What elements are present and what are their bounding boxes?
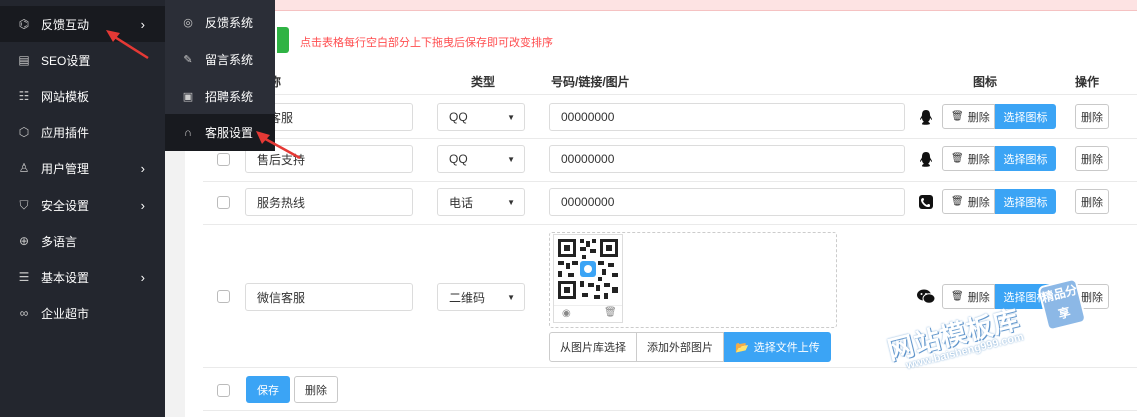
sidebar-item-label: 多语言 [41,234,78,249]
divider [203,138,1137,139]
row-checkbox[interactable] [217,196,230,209]
divider [203,410,1137,411]
trash-icon: 🗑 [951,111,964,122]
value-input[interactable]: 00000000 [549,188,905,216]
type-select-value: QQ [449,152,468,166]
header-value: 号码/链接/图片 [551,75,630,89]
type-select-value: 电话 [449,195,474,210]
folder-icon: 📂 [735,341,749,354]
settings-icon: ☰ [18,270,30,284]
watermark-stamp: 精品分享 [1037,277,1088,332]
value-input[interactable]: 00000000 [549,145,905,173]
sidebar-item-market[interactable]: ∞ 企业超市 [0,295,165,331]
divider [203,181,1137,182]
divider [203,94,1137,95]
trash-icon: 🗑 [951,153,964,164]
from-library-button[interactable]: 从图片库选择 [549,332,637,362]
qq-icon [918,109,934,125]
qr-image-card[interactable]: ◉ 🗑 [553,234,623,323]
add-external-image-button[interactable]: 添加外部图片 [637,332,724,362]
icon-delete-label: 删除 [967,153,990,166]
type-select[interactable]: QQ ▼ [437,145,525,173]
annotation-arrow-head [256,131,270,144]
phone-icon [918,194,934,210]
type-select-value: 二维码 [449,290,486,305]
save-button[interactable]: 保存 [246,376,290,403]
sidebar-item-basic-settings[interactable]: ☰ 基本设置 › [0,259,165,295]
name-input[interactable]: 服务热线 [245,188,413,216]
caret-down-icon: ▼ [507,112,515,122]
icon-delete-button[interactable]: 🗑 删除 [942,104,995,129]
sidebar-item-label: 安全设置 [41,198,90,213]
trash-icon: 🗑 [951,196,964,207]
value-input[interactable]: 00000000 [549,103,905,131]
type-select[interactable]: QQ ▼ [437,103,525,131]
caret-down-icon: ▼ [507,292,515,302]
alert-strip [205,0,1137,11]
qr-code-image [554,235,622,303]
caret-down-icon: ▼ [507,197,515,207]
header-type: 类型 [471,75,496,89]
row-checkbox[interactable] [217,290,230,303]
choose-icon-button[interactable]: 选择图标 [995,146,1056,171]
name-input[interactable]: 微信客服 [245,283,413,311]
sidebar-item-label: 基本设置 [41,270,90,285]
row-delete-button[interactable]: 删除 [1075,189,1109,214]
row-delete-button[interactable]: 删除 [1075,146,1109,171]
icon-delete-label: 删除 [967,196,990,209]
chevron-right-icon: › [140,197,145,213]
choose-icon-button[interactable]: 选择图标 [995,104,1056,129]
type-select[interactable]: 二维码 ▼ [437,283,525,311]
qq-icon [918,151,934,167]
header-icon: 图标 [973,75,998,89]
upload-file-button[interactable]: 📂 选择文件上传 [724,332,831,362]
header-action: 操作 [1075,75,1100,89]
annotation-arrows [106,30,301,160]
sidebar-item-security[interactable]: ⛉ 安全设置 › [0,187,165,223]
row-delete-button[interactable]: 删除 [1075,104,1109,129]
upload-actions: 从图片库选择 添加外部图片 📂 选择文件上传 [549,332,831,362]
divider [203,224,1137,225]
icon-delete-label: 删除 [967,111,990,124]
upload-file-label: 选择文件上传 [753,342,820,354]
type-select[interactable]: 电话 ▼ [437,188,525,216]
shield-icon: ⛉ [19,197,29,212]
sidebar-item-label: 企业超市 [41,306,90,321]
globe-icon: ⊕ [18,234,30,248]
choose-icon-button[interactable]: 选择图标 [995,189,1056,214]
icon-delete-button[interactable]: 🗑 删除 [942,189,995,214]
chevron-right-icon: › [140,269,145,285]
caret-down-icon: ▼ [507,154,515,164]
type-select-value: QQ [449,110,468,124]
wechat-icon [917,288,935,304]
market-icon: ∞ [19,306,29,320]
eye-icon[interactable]: ◉ [562,308,571,319]
sidebar-item-language[interactable]: ⊕ 多语言 [0,223,165,259]
select-all-checkbox[interactable] [217,384,230,397]
trash-icon[interactable]: 🗑 [604,307,617,318]
icon-delete-button[interactable]: 🗑 删除 [942,146,995,171]
batch-delete-button[interactable]: 删除 [294,376,338,403]
